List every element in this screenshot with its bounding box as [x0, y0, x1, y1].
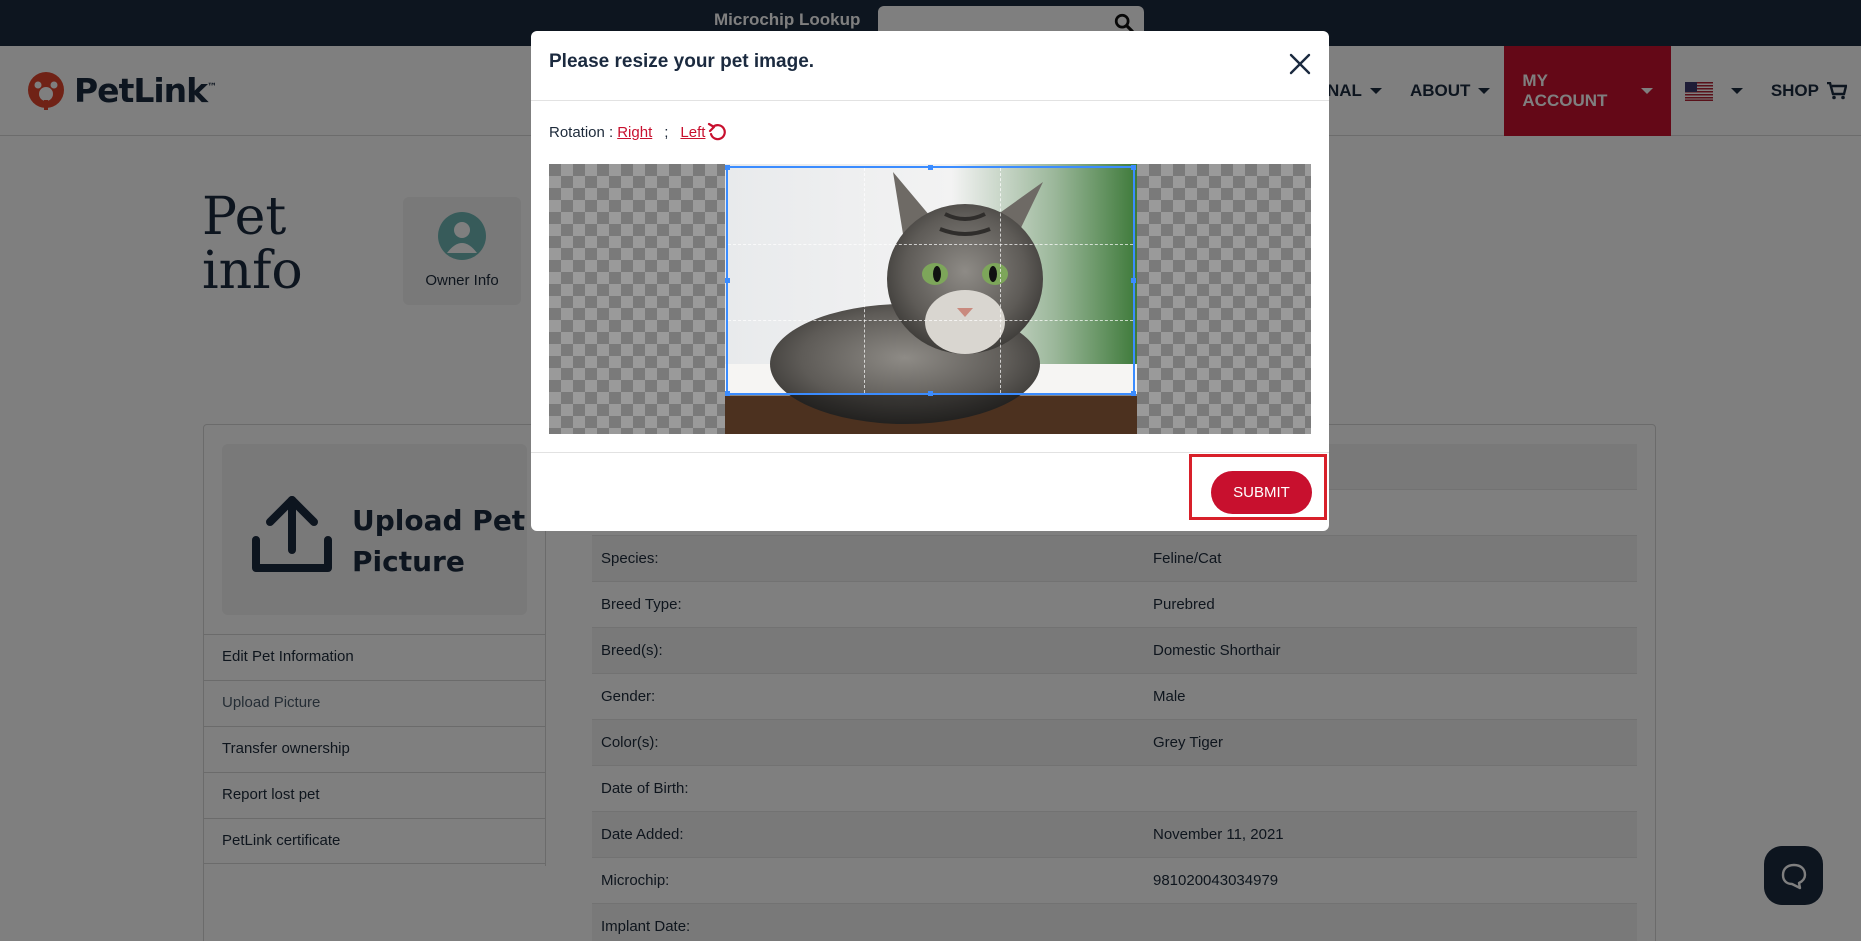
- crop-handle[interactable]: [725, 165, 730, 170]
- submit-button[interactable]: SUBMIT: [1211, 471, 1312, 514]
- crop-handle[interactable]: [1131, 165, 1136, 170]
- close-icon[interactable]: [1287, 51, 1313, 77]
- crop-selection-box[interactable]: [725, 165, 1136, 396]
- crop-handle[interactable]: [725, 391, 730, 396]
- rotate-right-link[interactable]: Right: [617, 124, 652, 141]
- rotation-separator: ;: [664, 123, 669, 141]
- crop-guide: [728, 244, 1133, 245]
- crop-handle[interactable]: [928, 165, 933, 170]
- image-cropper[interactable]: [549, 164, 1311, 434]
- modal-footer-divider: [531, 452, 1329, 453]
- crop-guide: [728, 320, 1133, 321]
- crop-outside-shade: [725, 394, 1137, 434]
- rotate-left-icon[interactable]: [707, 122, 727, 142]
- crop-guide: [1000, 168, 1001, 393]
- crop-handle[interactable]: [1131, 391, 1136, 396]
- crop-handle[interactable]: [928, 391, 933, 396]
- rotation-controls: Rotation : Right ; Left: [549, 122, 727, 142]
- modal-title: Please resize your pet image.: [549, 51, 815, 72]
- rotation-label: Rotation :: [549, 123, 614, 141]
- crop-handle[interactable]: [725, 278, 730, 283]
- resize-image-modal: Please resize your pet image. Rotation :…: [531, 31, 1329, 531]
- modal-header-divider: [531, 100, 1329, 101]
- rotate-left-link[interactable]: Left: [680, 124, 705, 141]
- crop-handle[interactable]: [1131, 278, 1136, 283]
- crop-guide: [864, 168, 865, 393]
